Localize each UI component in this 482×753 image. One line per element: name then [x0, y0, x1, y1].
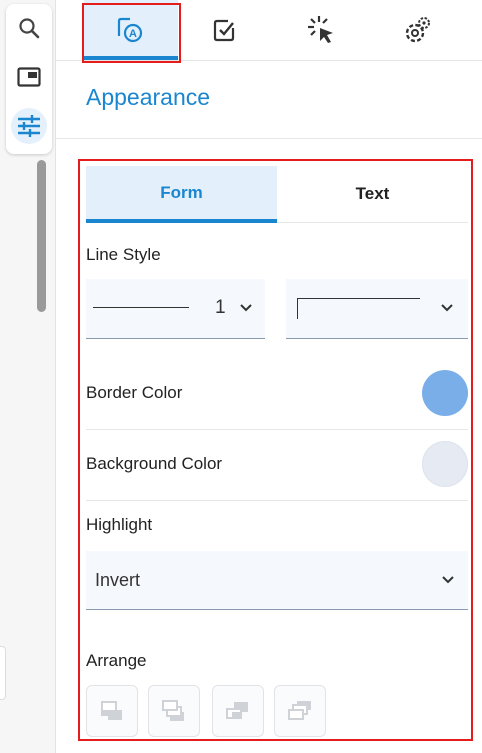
send-to-back-icon [288, 701, 311, 720]
tab-appearance[interactable]: A [84, 0, 178, 60]
left-toolbar-group [6, 4, 52, 154]
svg-text:A: A [129, 28, 137, 40]
search-icon[interactable] [11, 10, 47, 46]
appearance-tab-icon: A [117, 17, 143, 43]
send-backward-icon [226, 702, 248, 719]
tab-settings[interactable] [370, 0, 464, 60]
panel-title: Appearance [86, 84, 211, 110]
panel-layout-icon[interactable] [11, 59, 47, 95]
tab-text[interactable]: Text [277, 166, 468, 223]
arrange-label: Arrange [86, 651, 147, 670]
chevron-down-icon [442, 576, 454, 584]
tab-validation[interactable] [178, 0, 272, 60]
left-scrollbar[interactable] [37, 160, 46, 312]
highlight-label: Highlight [86, 515, 153, 534]
line-width-select[interactable]: 1 [86, 279, 265, 339]
border-color-label: Border Color [86, 383, 183, 402]
tab-form[interactable]: Form [86, 166, 277, 223]
sliders-icon[interactable] [11, 108, 47, 144]
bring-forward-button[interactable] [148, 685, 200, 737]
collapsed-panel-handle[interactable] [0, 646, 6, 700]
chevron-down-icon [441, 304, 453, 312]
cursor-click-icon [308, 16, 333, 43]
border-color-swatch[interactable] [422, 370, 468, 416]
highlight-select[interactable]: Invert [86, 551, 468, 610]
gear-icon [405, 17, 430, 43]
highlight-select-value: Invert [95, 570, 141, 590]
title-divider [56, 138, 482, 139]
bring-forward-icon [162, 700, 184, 721]
border-style-select[interactable] [286, 279, 468, 339]
line-width-value: 1 [215, 297, 226, 318]
line-style-label: Line Style [86, 245, 161, 264]
send-backward-button[interactable] [212, 685, 264, 737]
bring-to-front-button[interactable] [86, 685, 138, 737]
background-color-swatch[interactable] [422, 441, 468, 487]
panel-tabs: A [56, 0, 482, 61]
checkbox-icon [213, 19, 235, 42]
divider [86, 429, 468, 430]
chevron-down-icon [240, 304, 252, 312]
divider [86, 500, 468, 501]
send-to-back-button[interactable] [274, 685, 326, 737]
bring-to-front-icon [101, 701, 122, 720]
line-sample [93, 307, 189, 308]
background-color-label: Background Color [86, 454, 223, 473]
border-style-sample [297, 298, 420, 319]
tab-actions[interactable] [274, 0, 368, 60]
left-toolbar [0, 0, 56, 753]
